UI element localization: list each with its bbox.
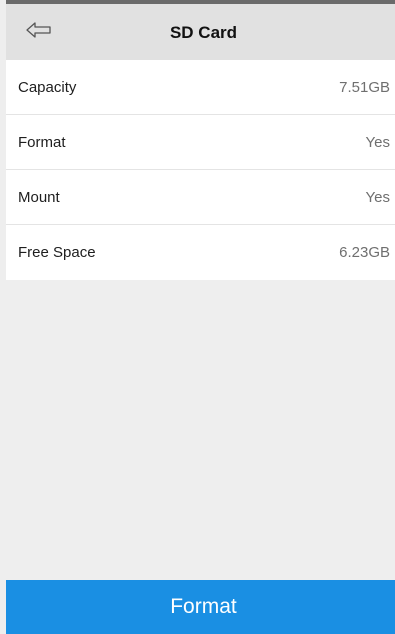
free-space-row: Free Space 6.23GB [6, 225, 395, 280]
format-label: Format [18, 133, 66, 151]
free-space-value: 6.23GB [339, 244, 390, 261]
capacity-label: Capacity [18, 78, 77, 96]
free-space-label: Free Space [18, 244, 96, 261]
mount-row: Mount Yes [6, 170, 395, 225]
top-bar: SD Card [6, 0, 395, 60]
mount-label: Mount [18, 188, 60, 206]
sd-card-info-list: Capacity 7.51GB Format Yes Mount Yes Fre… [6, 60, 395, 280]
mount-value: Yes [365, 188, 390, 206]
capacity-value: 7.51GB [339, 78, 390, 96]
format-button[interactable]: Format [6, 580, 395, 634]
format-row: Format Yes [6, 115, 395, 170]
capacity-row: Capacity 7.51GB [6, 60, 395, 115]
sd-card-screen: SD Card Capacity 7.51GB Format Yes Mount… [6, 0, 395, 634]
format-value: Yes [365, 133, 390, 151]
page-title: SD Card [169, 23, 238, 42]
